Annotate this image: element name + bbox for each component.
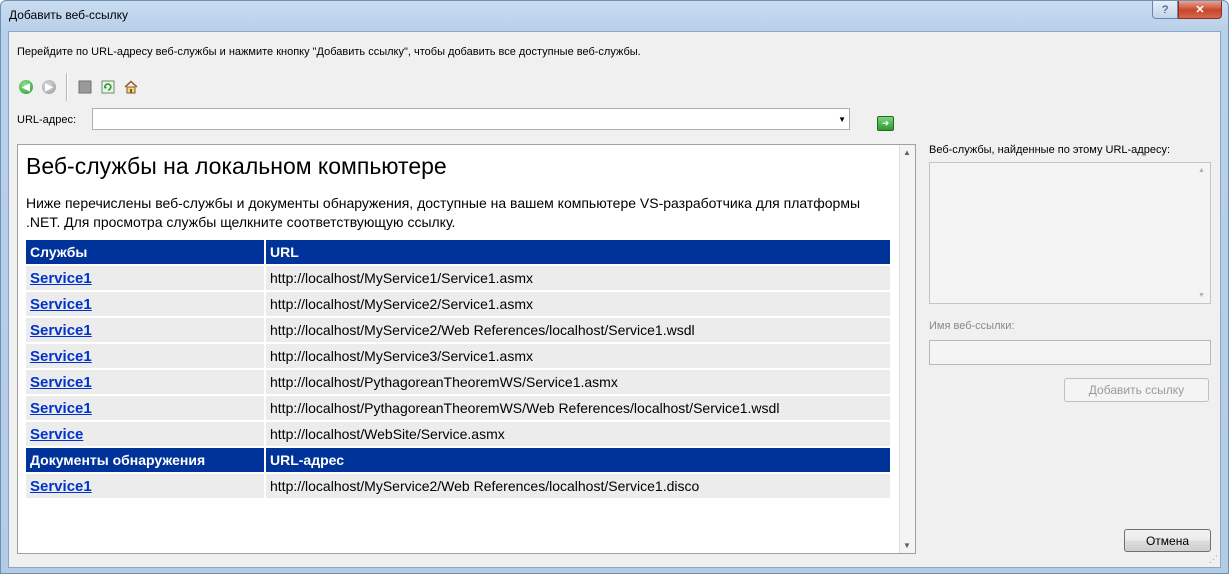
go-button[interactable]: ➜ <box>877 116 894 131</box>
scroll-down-icon[interactable]: ▼ <box>1198 292 1205 299</box>
scroll-up-icon[interactable]: ▲ <box>903 148 911 157</box>
web-browser-pane: Веб-службы на локальном компьютере Ниже … <box>17 144 916 554</box>
browser-toolbar: ◀ ▶ <box>17 73 140 101</box>
table-row: Service1 http://localhost/MyService1/Ser… <box>26 266 892 290</box>
back-button[interactable]: ◀ <box>17 78 35 96</box>
cancel-button[interactable]: Отмена <box>1124 529 1211 552</box>
service-url: http://localhost/WebSite/Service.asmx <box>266 422 892 446</box>
page-heading: Веб-службы на локальном компьютере <box>26 153 447 179</box>
toolbar-separator <box>66 73 68 101</box>
title-bar[interactable]: Добавить веб-ссылку ? ✕ <box>1 1 1228 29</box>
services-table: Службы URL Service1 http://localhost/MyS… <box>26 238 892 500</box>
service-link[interactable]: Service1 <box>30 400 92 417</box>
table-row: Service1 http://localhost/PythagoreanThe… <box>26 370 892 394</box>
scroll-up-icon[interactable]: ▲ <box>1198 167 1205 174</box>
table-row: Service1 http://localhost/MyService3/Ser… <box>26 344 892 368</box>
refresh-icon <box>101 80 115 94</box>
chevron-down-icon[interactable]: ▼ <box>838 115 846 124</box>
help-button[interactable]: ? <box>1152 1 1178 19</box>
resize-grip-icon[interactable]: ⋰ <box>1209 554 1218 565</box>
service-url: http://localhost/MyService3/Service1.asm… <box>266 344 892 368</box>
add-reference-button[interactable]: Добавить ссылку <box>1064 378 1209 402</box>
service-link[interactable]: Service1 <box>30 374 92 391</box>
table-row: Service1 http://localhost/MyService2/Ser… <box>26 292 892 316</box>
stop-icon <box>78 80 92 94</box>
browser-scrollbar[interactable]: ▲ ▼ <box>899 145 915 553</box>
home-button[interactable] <box>122 78 140 96</box>
table-row: Service1 http://localhost/MyService2/Web… <box>26 474 892 498</box>
back-arrow-icon: ◀ <box>19 80 33 94</box>
title-buttons: ? ✕ <box>1152 1 1222 19</box>
service-link[interactable]: Service <box>30 426 83 443</box>
service-link[interactable]: Service1 <box>30 270 92 287</box>
reference-name-label: Имя веб-ссылки: <box>929 320 1015 332</box>
service-url: http://localhost/MyService1/Service1.asm… <box>266 266 892 290</box>
table-row: Service http://localhost/WebSite/Service… <box>26 422 892 446</box>
stop-button[interactable] <box>76 78 94 96</box>
discovery-url: http://localhost/MyService2/Web Referenc… <box>266 474 892 498</box>
table-row: Service1 http://localhost/PythagoreanThe… <box>26 396 892 420</box>
page-description: Ниже перечислены веб-службы и документы … <box>26 195 861 230</box>
refresh-button[interactable] <box>99 78 117 96</box>
url-input[interactable] <box>96 110 830 130</box>
url-label: URL-адрес: <box>17 114 76 126</box>
list-scrollbar[interactable]: ▲ ▼ <box>1194 163 1210 303</box>
dialog-window: Добавить веб-ссылку ? ✕ Перейдите по URL… <box>0 0 1229 574</box>
service-url: http://localhost/MyService2/Service1.asm… <box>266 292 892 316</box>
close-button[interactable]: ✕ <box>1178 1 1222 19</box>
discovery-url-column-header: URL-адрес <box>266 448 892 472</box>
discovery-column-header: Документы обнаружения <box>26 448 266 472</box>
found-services-label: Веб-службы, найденные по этому URL-адрес… <box>929 144 1171 156</box>
dialog-client-area: Перейдите по URL-адресу веб-службы и наж… <box>8 31 1221 568</box>
browser-content: Веб-службы на локальном компьютере Ниже … <box>26 145 892 500</box>
scroll-down-icon[interactable]: ▼ <box>903 541 911 550</box>
discovery-link[interactable]: Service1 <box>30 478 92 495</box>
home-icon <box>124 80 138 94</box>
forward-button[interactable]: ▶ <box>40 78 58 96</box>
discovery-header-row: Документы обнаружения URL-адрес <box>26 448 892 472</box>
table-row: Service1 http://localhost/MyService2/Web… <box>26 318 892 342</box>
url-column-header: URL <box>266 240 892 264</box>
go-arrow-icon: ➜ <box>881 118 890 128</box>
service-link[interactable]: Service1 <box>30 296 92 313</box>
service-link[interactable]: Service1 <box>30 322 92 339</box>
service-url: http://localhost/MyService2/Web Referenc… <box>266 318 892 342</box>
forward-arrow-icon: ▶ <box>42 80 56 94</box>
instruction-text: Перейдите по URL-адресу веб-службы и наж… <box>17 46 641 58</box>
reference-name-input[interactable] <box>929 340 1211 365</box>
service-url: http://localhost/PythagoreanTheoremWS/We… <box>266 396 892 420</box>
services-header-row: Службы URL <box>26 240 892 264</box>
service-link[interactable]: Service1 <box>30 348 92 365</box>
window-title: Добавить веб-ссылку <box>9 8 129 22</box>
url-combobox[interactable]: ▼ <box>92 108 850 130</box>
service-url: http://localhost/PythagoreanTheoremWS/Se… <box>266 370 892 394</box>
services-column-header: Службы <box>26 240 266 264</box>
found-services-list[interactable]: ▲ ▼ <box>929 162 1211 304</box>
